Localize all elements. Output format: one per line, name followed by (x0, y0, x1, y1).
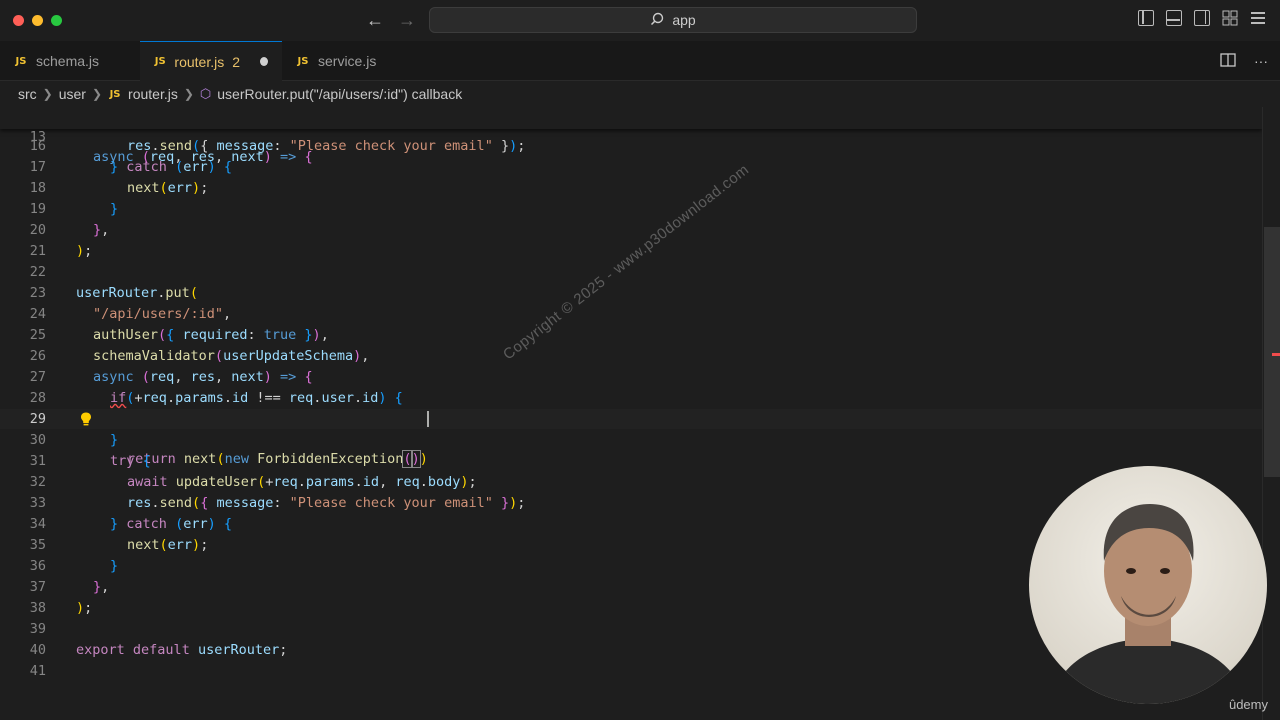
line-number: 23 (29, 285, 46, 301)
line-number: 41 (29, 663, 46, 679)
code-line: ); (76, 600, 93, 616)
lightbulb-icon[interactable] (80, 412, 92, 426)
line-number: 28 (29, 390, 46, 406)
code-line: try { (110, 453, 151, 469)
code-line: } catch (err) { (110, 516, 233, 532)
tab-service-js[interactable]: JS service.js (282, 41, 402, 81)
code-line: async (req, res, next) => { (93, 149, 313, 165)
forward-arrow-icon[interactable]: → (398, 10, 416, 31)
code-line: ); (76, 243, 93, 259)
maximize-window-button[interactable] (51, 15, 62, 26)
code-line: userRouter.put( (76, 285, 198, 301)
code-line: schemaValidator(userUpdateSchema), (93, 348, 370, 364)
code-line: "/api/users/:id", (93, 306, 232, 322)
udemy-logo: ûdemy (1228, 697, 1268, 712)
toggle-secondary-sidebar-icon[interactable] (1194, 10, 1210, 26)
presenter-webcam-avatar (1029, 466, 1267, 704)
vertical-scrollbar[interactable] (1262, 107, 1280, 720)
breadcrumb-item-user[interactable]: user (59, 86, 86, 102)
more-actions-icon[interactable]: ··· (1254, 53, 1268, 70)
command-center-search[interactable]: app (429, 7, 917, 33)
code-line: }, (93, 222, 110, 238)
code-line: export default userRouter; (76, 642, 288, 658)
javascript-file-icon: JS (154, 56, 166, 67)
code-line: } (110, 201, 119, 217)
line-number: 31 (29, 453, 46, 469)
chevron-right-icon: ❯ (183, 87, 194, 101)
editor-tab-bar: JS schema.js JS router.js 2 JS service.j… (0, 41, 1280, 81)
code-line: res.send({ message: "Please check your e… (127, 495, 526, 511)
close-window-button[interactable] (13, 15, 24, 26)
line-number: 37 (29, 579, 46, 595)
symbol-method-icon: ⬡ (199, 86, 212, 101)
line-number: 27 (29, 369, 46, 385)
line-number: 40 (29, 642, 46, 658)
toggle-primary-sidebar-icon[interactable] (1138, 10, 1154, 26)
code-line: await updateUser(+req.params.id, req.bod… (127, 474, 477, 490)
tab-router-js[interactable]: JS router.js 2 (140, 41, 282, 81)
code-line: if(+req.params.id !== req.user.id) { (110, 390, 403, 406)
line-number: 26 (29, 348, 46, 364)
breadcrumb-item-file[interactable]: router.js (128, 86, 178, 102)
line-number: 19 (29, 201, 46, 217)
breadcrumb-item-src[interactable]: src (18, 86, 37, 102)
tab-label: router.js (174, 53, 225, 70)
toggle-panel-icon[interactable] (1166, 10, 1182, 26)
line-number: 21 (29, 243, 46, 259)
breadcrumb-item-symbol[interactable]: userRouter.put("/api/users/:id") callbac… (217, 86, 462, 102)
unsaved-changes-dot-icon[interactable] (260, 57, 268, 66)
menu-icon[interactable] (1250, 10, 1266, 26)
line-number: 13 (29, 129, 46, 145)
line-number: 39 (29, 621, 46, 637)
line-number: 24 (29, 306, 46, 322)
back-arrow-icon[interactable]: ← (366, 10, 384, 31)
scrollbar-thumb[interactable] (1264, 227, 1280, 477)
tab-label: service.js (318, 53, 377, 69)
javascript-file-icon: JS (15, 55, 27, 67)
line-number: 30 (29, 432, 46, 448)
code-line: }, (93, 579, 110, 595)
line-number: 25 (29, 327, 46, 343)
chevron-right-icon: ❯ (42, 87, 53, 101)
customize-layout-icon[interactable] (1222, 10, 1238, 26)
search-label: app (672, 12, 696, 28)
code-line: } (110, 432, 119, 448)
code-line: authUser({ required: true }), (93, 327, 329, 343)
sticky-scroll-header[interactable]: 13 async (req, res, next) => { (0, 107, 1262, 165)
code-line: } (110, 558, 119, 574)
split-editor-icon[interactable] (1220, 53, 1236, 70)
chevron-right-icon: ❯ (91, 87, 103, 101)
line-number: 20 (29, 222, 46, 238)
line-number: 22 (29, 264, 46, 280)
tab-label: schema.js (36, 53, 100, 69)
line-number: 35 (29, 537, 46, 553)
line-number: 34 (29, 516, 46, 532)
search-icon (650, 12, 664, 29)
line-number: 36 (29, 558, 46, 574)
minimize-window-button[interactable] (32, 15, 43, 26)
tab-schema-js[interactable]: JS schema.js (0, 41, 140, 81)
line-number: 29 (29, 411, 46, 427)
title-bar: ← → app (0, 0, 1280, 41)
code-line: async (req, res, next) => { (93, 369, 313, 385)
line-number: 33 (29, 495, 46, 511)
javascript-file-icon: JS (109, 88, 121, 100)
code-line: next(err); (127, 180, 209, 196)
breadcrumb: src ❯ user ❯ JS router.js ❯ ⬡ userRouter… (0, 81, 1280, 107)
problems-count-badge: 2 (232, 53, 241, 70)
line-number: 38 (29, 600, 46, 616)
window-controls (13, 15, 62, 26)
error-marker (1272, 353, 1280, 356)
code-line: next(err); (127, 537, 209, 553)
javascript-file-icon: JS (297, 55, 309, 67)
text-cursor (427, 411, 429, 427)
line-number: 32 (29, 474, 46, 490)
